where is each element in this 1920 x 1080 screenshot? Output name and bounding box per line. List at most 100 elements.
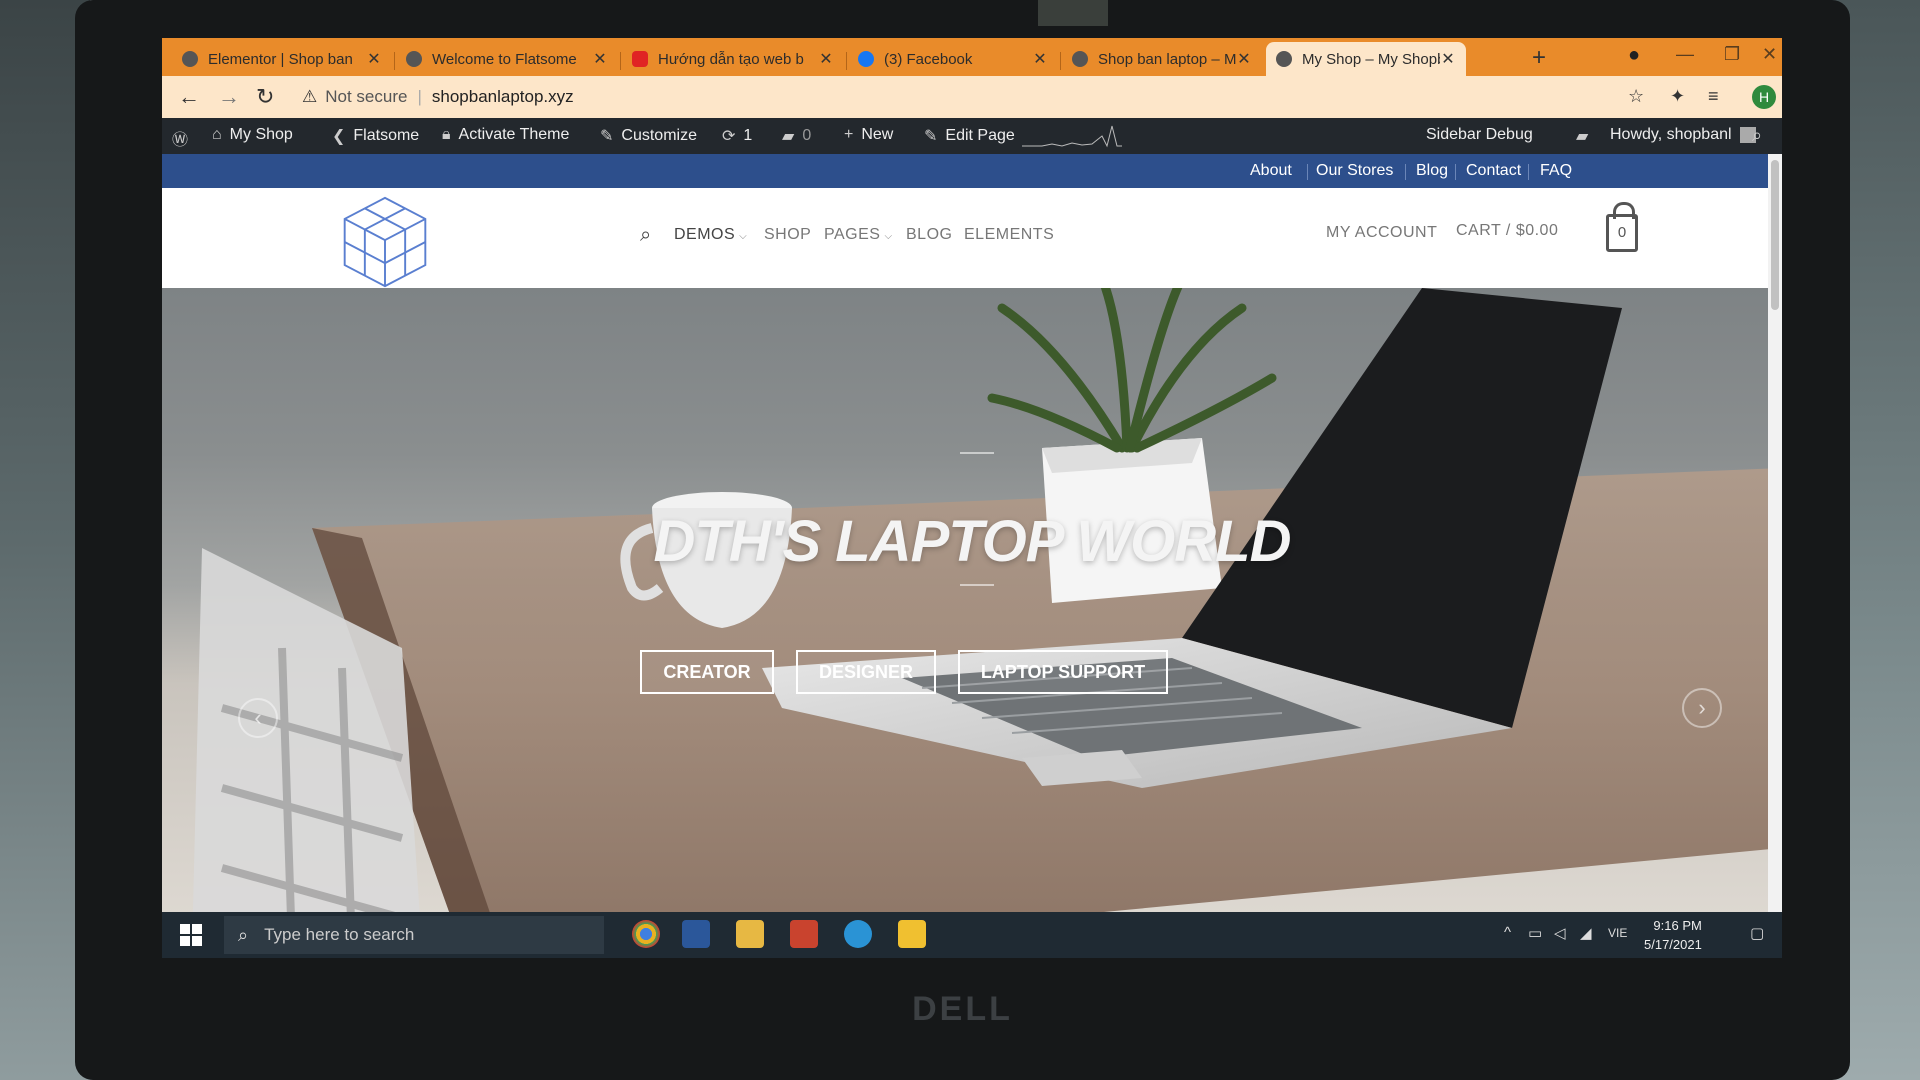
battery-icon[interactable]: ▭	[1528, 924, 1542, 942]
close-icon[interactable]: ✕	[366, 49, 382, 69]
nav-elements[interactable]: ELEMENTS	[964, 226, 1054, 244]
designer-button[interactable]: DESIGNER	[796, 650, 936, 694]
browser-tab[interactable]: Elementor | Shop ban ✕	[172, 42, 392, 76]
windows-start-icon[interactable]	[180, 924, 202, 946]
slider-prev-arrow-icon[interactable]: ‹	[238, 698, 278, 738]
admin-howdy[interactable]: Howdy, shopbanl	[1610, 126, 1756, 144]
tab-title: (3) Facebook	[884, 50, 973, 68]
top-nav-blog[interactable]: Blog	[1416, 162, 1448, 180]
admin-comments[interactable]: ▰ 0	[782, 126, 811, 146]
clock-date: 5/17/2021	[1644, 937, 1702, 952]
warning-icon[interactable]: ⚠	[302, 87, 317, 107]
page-scrollbar-thumb[interactable]	[1771, 160, 1779, 310]
tab-title: Hướng dẫn tạo web b	[658, 50, 804, 68]
admin-edit-page[interactable]: ✎ Edit Page	[924, 126, 1015, 146]
stats-sparkline[interactable]	[1022, 124, 1122, 148]
laptop-support-button[interactable]: LAPTOP SUPPORT	[958, 650, 1168, 694]
browser-tab-active[interactable]: My Shop – My Shopb ✕	[1266, 42, 1466, 76]
top-nav-contact[interactable]: Contact	[1466, 162, 1521, 180]
plus-icon: +	[844, 126, 854, 143]
close-icon[interactable]: ✕	[818, 49, 834, 69]
close-icon[interactable]: ✕	[1032, 49, 1048, 69]
security-label[interactable]: Not secure	[325, 87, 407, 107]
slider-next-arrow-icon[interactable]: ›	[1682, 688, 1722, 728]
browser-tab[interactable]: Shop ban laptop – My ✕	[1062, 42, 1262, 76]
restore-icon[interactable]: ❐	[1724, 44, 1740, 65]
browser-tab[interactable]: Hướng dẫn tạo web b ✕	[622, 42, 844, 76]
wordpress-admin-bar: Ⓦ ⌂ My Shop ❮ Flatsome 🔒︎ Activate Theme…	[162, 118, 1782, 154]
admin-flatsome[interactable]: ❮ Flatsome	[332, 126, 419, 146]
site-header: ⌕ DEMOS ⌵ SHOP PAGES ⌵ BLOG ELEMENTS MY AC…	[162, 188, 1782, 288]
nav-blog[interactable]: BLOG	[906, 226, 952, 244]
admin-search-icon[interactable]: ⌕	[1752, 125, 1762, 146]
close-icon[interactable]: ✕	[1440, 49, 1456, 69]
app-taskbar-icon[interactable]	[898, 920, 926, 948]
brush-icon: ✎	[600, 128, 614, 145]
admin-notification-icon[interactable]: ▰	[1576, 126, 1596, 146]
new-tab-plus-icon[interactable]: +	[1532, 44, 1546, 72]
admin-my-shop[interactable]: ⌂ My Shop	[212, 126, 293, 144]
browser-tab[interactable]: (3) Facebook ✕	[848, 42, 1058, 76]
browser-menu-icon[interactable]: ⋮	[1774, 86, 1782, 107]
nav-my-account[interactable]: MY ACCOUNT	[1326, 224, 1437, 242]
file-explorer-taskbar-icon[interactable]	[736, 920, 764, 948]
word-taskbar-icon[interactable]	[682, 920, 710, 948]
extensions-puzzle-icon[interactable]: ✦	[1670, 86, 1685, 107]
nav-demos[interactable]: DEMOS ⌵	[674, 226, 747, 244]
nav-shop[interactable]: SHOP	[764, 226, 811, 244]
volume-icon[interactable]: ◁	[1554, 924, 1566, 942]
windows-taskbar: ⌕ Type here to search ^ ▭ ◁ ◢ VIE 9:16 P…	[162, 912, 1782, 958]
hero-divider-bottom	[960, 584, 994, 586]
admin-sidebar-debug[interactable]: Sidebar Debug	[1426, 126, 1533, 144]
reading-list-icon[interactable]: ≡	[1708, 86, 1719, 107]
edge-taskbar-icon[interactable]	[844, 920, 872, 948]
network-icon[interactable]: ◢	[1580, 924, 1592, 942]
tray-chevron-up-icon[interactable]: ^	[1504, 924, 1511, 941]
window-close-icon[interactable]: ✕	[1762, 44, 1777, 65]
forward-arrow-icon[interactable]: →	[218, 84, 240, 110]
admin-new[interactable]: + New	[844, 126, 893, 144]
webcam	[1038, 0, 1108, 26]
browser-tab-strip: Elementor | Shop ban ✕ Welcome to Flatso…	[162, 38, 1782, 76]
language-indicator[interactable]: VIE	[1608, 926, 1627, 940]
close-icon[interactable]: ✕	[592, 49, 608, 69]
lock-icon: 🔒︎	[442, 126, 451, 143]
wordpress-logo-icon[interactable]: Ⓦ	[172, 126, 196, 150]
back-arrow-icon[interactable]: ←	[178, 84, 200, 110]
nav-pages[interactable]: PAGES ⌵	[824, 226, 893, 244]
taskbar-search-box[interactable]: ⌕ Type here to search	[224, 916, 604, 954]
laptop-screen: Elementor | Shop ban ✕ Welcome to Flatso…	[162, 38, 1782, 958]
facebook-icon	[858, 51, 874, 67]
powerpoint-taskbar-icon[interactable]	[790, 920, 818, 948]
taskbar-clock[interactable]: 9:16 PM 5/17/2021	[1644, 916, 1702, 954]
admin-updates[interactable]: ⟳ 1	[722, 126, 752, 146]
creator-button[interactable]: CREATOR	[640, 650, 774, 694]
bookmark-star-icon[interactable]: ☆	[1628, 86, 1644, 107]
profile-avatar[interactable]: H	[1752, 85, 1776, 109]
url-text[interactable]: shopbanlaptop.xyz	[432, 87, 574, 107]
chevron-down-icon: ⌵	[739, 231, 748, 242]
site-logo[interactable]	[337, 194, 433, 290]
nav-cart[interactable]: CART / $0.00	[1456, 222, 1558, 240]
media-control-icon[interactable]: ●	[1628, 44, 1640, 67]
top-nav-about[interactable]: About	[1250, 162, 1292, 180]
action-center-icon[interactable]: ▢	[1750, 924, 1764, 942]
comment-icon: ▰	[782, 128, 795, 145]
address-bar[interactable]: ⚠ Not secure | shopbanlaptop.xyz	[302, 80, 1502, 114]
admin-activate-theme[interactable]: 🔒︎ Activate Theme	[442, 126, 569, 144]
reload-icon[interactable]: ↻	[256, 84, 274, 110]
minimize-icon[interactable]: —	[1676, 44, 1694, 65]
hero-title: DTH'S LAPTOP WORLD	[653, 509, 1292, 574]
admin-customize[interactable]: ✎ Customize	[600, 126, 697, 146]
browser-tab[interactable]: Welcome to Flatsome ✕	[396, 42, 618, 76]
address-divider: |	[417, 87, 422, 106]
globe-icon	[182, 51, 198, 67]
top-nav-faq[interactable]: FAQ	[1540, 162, 1572, 180]
cart-count-badge[interactable]: 0	[1606, 214, 1638, 252]
header-search-icon[interactable]: ⌕	[640, 224, 651, 247]
tab-title: Shop ban laptop – My	[1098, 50, 1236, 68]
chrome-taskbar-icon[interactable]	[632, 920, 660, 948]
chevron-down-icon: ⌵	[884, 231, 893, 242]
top-nav-our-stores[interactable]: Our Stores	[1316, 162, 1393, 180]
close-icon[interactable]: ✕	[1236, 49, 1252, 69]
